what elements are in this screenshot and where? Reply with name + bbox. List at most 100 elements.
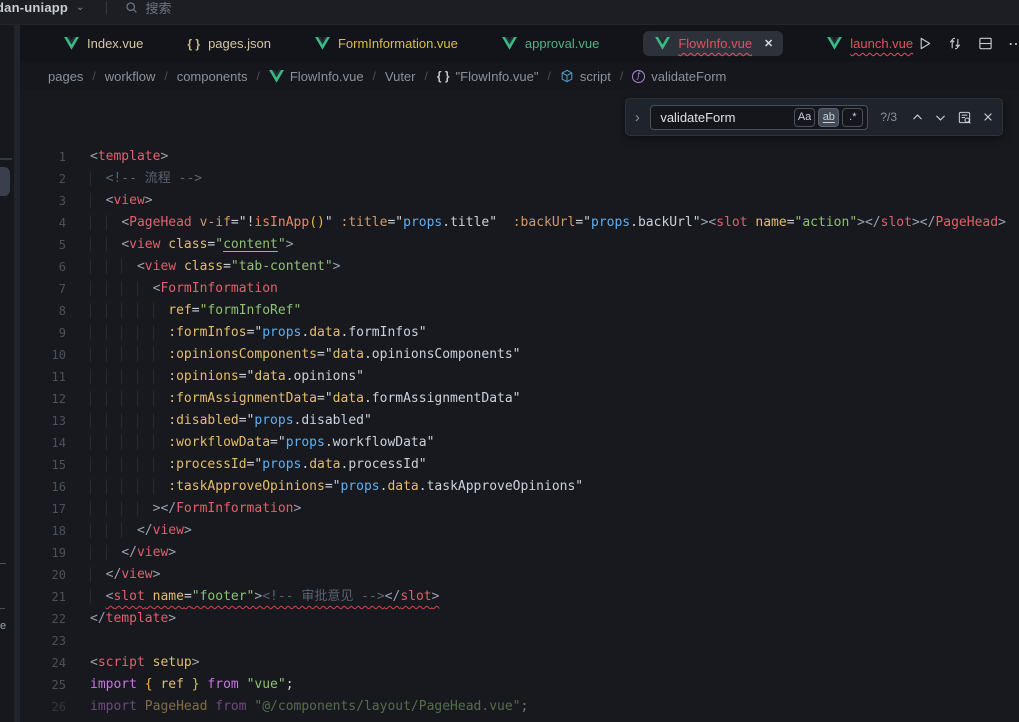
toggle-replace-icon[interactable]: › — [630, 109, 644, 126]
indent-guide — [90, 479, 106, 494]
breadcrumb-item-Vuter[interactable]: Vuter — [385, 69, 416, 84]
chevron-down-icon — [934, 111, 947, 124]
code-line-26[interactable]: 26import PageHead from "@/components/lay… — [20, 696, 1019, 718]
tab-FlowInfo.vue[interactable]: FlowInfo.vue✕ — [643, 31, 783, 56]
code-line-17[interactable]: 17 ></FormInformation> — [20, 498, 1019, 520]
code-line-13[interactable]: 13 :disabled="props.disabled" — [20, 410, 1019, 432]
code-line-23[interactable]: 23 — [20, 630, 1019, 652]
code-line-10[interactable]: 10 :opinionsComponents="data.opinionsCom… — [20, 344, 1019, 366]
code-line-24[interactable]: 24<script setup> — [20, 652, 1019, 674]
code-token: " — [215, 237, 223, 252]
line-content: :formAssignmentData="data.formAssignment… — [66, 388, 521, 410]
indent-guide — [121, 523, 137, 538]
code-token: v-if — [200, 215, 231, 230]
breadcrumb-item-components[interactable]: components — [177, 69, 248, 84]
regex-button[interactable]: .* — [842, 108, 863, 127]
code-token: props — [254, 413, 293, 428]
tab-Index.vue[interactable]: Index.vue — [64, 36, 143, 51]
code-token: =" — [317, 391, 333, 406]
code-line-5[interactable]: 5 <view class="content"> — [20, 234, 1019, 256]
code-line-2[interactable]: 2 <!-- 流程 --> — [20, 168, 1019, 190]
code-content[interactable]: 1<template>2 <!-- 流程 -->3 <view>4 <PageH… — [20, 90, 1019, 718]
code-token: .opinions" — [286, 369, 364, 384]
tab-pages.json[interactable]: { }pages.json — [187, 36, 271, 51]
code-line-14[interactable]: 14 :workflowData="props.workflowData" — [20, 432, 1019, 454]
code-token: . — [301, 457, 309, 472]
code-line-25[interactable]: 25import { ref } from "vue"; — [20, 674, 1019, 696]
tab-FormInformation.vue[interactable]: FormInformation.vue — [315, 36, 458, 51]
find-query-text[interactable]: validateForm — [660, 110, 794, 125]
breadcrumb-item-workflow[interactable]: workflow — [105, 69, 156, 84]
line-content: </view> — [66, 520, 192, 542]
code-line-1[interactable]: 1<template> — [20, 146, 1019, 168]
indent-guide — [137, 347, 153, 362]
breadcrumb-label: pages — [48, 69, 83, 84]
code-token: slot — [400, 589, 431, 604]
code-line-6[interactable]: 6 <view class="tab-content"> — [20, 256, 1019, 278]
code-token: > — [153, 567, 161, 582]
breadcrumb-item-validateForm[interactable]: fvalidateForm — [632, 69, 726, 84]
tab-launch.vue[interactable]: launch.vue — [827, 36, 913, 51]
code-line-7[interactable]: 7 <FormInformation — [20, 278, 1019, 300]
tab-approval.vue[interactable]: approval.vue — [502, 36, 599, 51]
chevron-down-icon[interactable]: ⌄ — [76, 2, 84, 13]
code-line-3[interactable]: 3 <view> — [20, 190, 1019, 212]
code-line-8[interactable]: 8 ref="formInfoRef" — [20, 300, 1019, 322]
code-line-21[interactable]: 21 <slot name="footer"><!-- 审批意见 --></sl… — [20, 586, 1019, 608]
breadcrumb-label: "FlowInfo.vue" — [456, 69, 539, 84]
close-tab-icon[interactable]: ✕ — [764, 37, 773, 50]
indent-guide — [90, 259, 106, 274]
previous-match-button[interactable] — [911, 111, 924, 124]
code-token: :processId — [168, 457, 246, 472]
breadcrumb-item-script[interactable]: script — [560, 69, 611, 84]
next-match-button[interactable] — [934, 111, 947, 124]
indent-guide — [121, 347, 137, 362]
split-editor-button[interactable] — [978, 36, 993, 51]
code-line-9[interactable]: 9 :formInfos="props.data.formInfos" — [20, 322, 1019, 344]
code-line-15[interactable]: 15 :processId="props.data.processId" — [20, 454, 1019, 476]
more-actions-button[interactable]: ⋯ — [1008, 34, 1019, 54]
code-editor[interactable]: › validateForm Aa ab .* ?/3 — [20, 90, 1019, 722]
code-line-11[interactable]: 11 :opinions="data.opinions" — [20, 366, 1019, 388]
close-find-button[interactable] — [982, 111, 994, 123]
code-token: class — [168, 237, 207, 252]
breadcrumb-item-FlowInfo.vue[interactable]: FlowInfo.vue — [269, 69, 364, 84]
match-case-button[interactable]: Aa — [794, 108, 815, 127]
code-token: "vue" — [247, 677, 286, 692]
code-token: = — [192, 303, 200, 318]
line-number: 2 — [20, 168, 66, 190]
find-in-selection-button[interactable] — [957, 110, 972, 125]
code-token: :workflowData — [168, 435, 270, 450]
code-line-4[interactable]: 4 <PageHead v-if="!isInApp()" :title="pr… — [20, 212, 1019, 234]
code-token: =" — [239, 413, 255, 428]
code-token: =" — [270, 435, 286, 450]
code-token: > — [160, 149, 168, 164]
run-button[interactable] — [917, 36, 932, 51]
line-number: 11 — [20, 366, 66, 388]
code-line-12[interactable]: 12 :formAssignmentData="data.formAssignm… — [20, 388, 1019, 410]
workspace-title[interactable]: dan-uniapp — [0, 0, 68, 15]
breadcrumb-item-pages[interactable]: pages — [48, 69, 83, 84]
code-line-19[interactable]: 19 </view> — [20, 542, 1019, 564]
breadcrumb-separator: / — [164, 69, 167, 83]
code-token: =" — [231, 215, 247, 230]
code-token: view — [121, 567, 152, 582]
code-line-16[interactable]: 16 :taskApproveOpinions="props.data.task… — [20, 476, 1019, 498]
code-token: <!-- 流程 --> — [106, 171, 202, 186]
breadcrumb-item-FlowInfo.vue[interactable]: { }"FlowInfo.vue" — [437, 69, 539, 84]
line-number: 6 — [20, 256, 66, 278]
whole-word-button[interactable]: ab — [818, 108, 839, 127]
vue-icon — [64, 37, 79, 50]
divider — [106, 1, 107, 14]
find-input[interactable]: validateForm Aa ab .* — [650, 105, 868, 130]
open-changes-button[interactable] — [947, 36, 963, 51]
code-line-18[interactable]: 18 </view> — [20, 520, 1019, 542]
sidebar-fragment-item[interactable] — [0, 167, 10, 196]
global-search[interactable]: 搜索 — [125, 0, 171, 17]
breadcrumb-separator: / — [257, 69, 260, 83]
code-line-22[interactable]: 22</template> — [20, 608, 1019, 630]
code-token: </ — [106, 567, 122, 582]
indent-guide — [137, 325, 153, 340]
code-token: .disabled" — [294, 413, 372, 428]
code-line-20[interactable]: 20 </view> — [20, 564, 1019, 586]
